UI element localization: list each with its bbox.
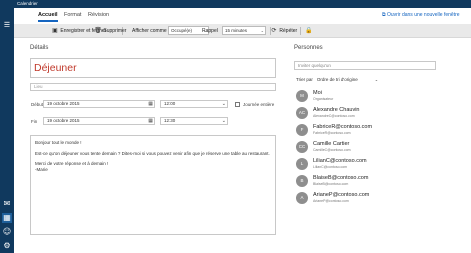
tab-format[interactable]: Format xyxy=(64,12,81,18)
end-date-picker[interactable]: 19 octobre 2015 ▦ xyxy=(43,117,155,125)
attendee-name: Alexandre Chauvin xyxy=(313,107,360,113)
title-bar: Calendrier xyxy=(14,0,471,8)
pop-out-icon: ⧉ xyxy=(382,12,386,18)
attendee-email: FabriceR@contoso.com xyxy=(313,131,351,135)
attendee-email: BlaiseB@contoso.com xyxy=(313,182,349,186)
body-line: Est-ce qu'on déjeuner vous tente demain … xyxy=(35,150,270,156)
end-time-value: 12:30 xyxy=(164,118,176,123)
lock-icon: 🔒 xyxy=(305,27,313,34)
body-line: Bonjour tout le monde ! xyxy=(35,140,82,145)
attendee-item[interactable]: CC Camille Cartier CamilleC@contoso.com xyxy=(294,140,454,155)
details-heading: Détails xyxy=(30,45,49,51)
avatar: B xyxy=(296,175,308,187)
location-field[interactable]: Lieu xyxy=(30,83,276,91)
avatar: A xyxy=(296,192,308,204)
body-line: -Marie xyxy=(35,166,48,172)
tab-accueil[interactable]: Accueil xyxy=(38,12,58,22)
avatar: M xyxy=(296,90,308,102)
toolbar: ▣ Enregistrer et fermer 🗑 Supprimer Affi… xyxy=(14,24,471,38)
attendee-name: Camille Cartier xyxy=(313,141,350,147)
invite-search-input[interactable]: Inviter quelqu'un xyxy=(294,61,436,70)
sort-label: Trier par xyxy=(296,77,313,82)
attendee-name: Moi xyxy=(313,90,322,96)
end-time-picker[interactable]: 12:30 ⌄ xyxy=(160,117,228,125)
toolbar-divider xyxy=(300,27,301,35)
repeat-icon: ⟳ xyxy=(271,27,277,34)
reminder-select[interactable]: 15 minutes ⌄ xyxy=(222,26,266,35)
avatar: AC xyxy=(296,107,308,119)
sort-control[interactable]: Trier par Ordre de tri d'origine ⌄ xyxy=(296,77,378,82)
reminder-label: Rappel xyxy=(202,28,218,34)
sort-value: Ordre de tri d'origine xyxy=(316,77,358,82)
window-title: Calendrier xyxy=(17,1,38,6)
avatar: CC xyxy=(296,141,308,153)
show-as-label: Afficher comme xyxy=(132,28,167,34)
chevron-down-icon: ⌄ xyxy=(374,77,379,82)
attendee-name: BlaiseB@contoso.com xyxy=(313,175,369,181)
ribbon-tabs: Accueil Format Révision ⧉ Ouvrir dans un… xyxy=(14,8,471,24)
delete-label: Supprimer xyxy=(103,28,127,34)
attendee-name: FabriceR@contoso.com xyxy=(313,124,373,130)
all-day-label: Journée entière xyxy=(243,102,275,107)
trash-icon: 🗑 xyxy=(94,27,102,34)
attendee-email: CamilleC@contoso.com xyxy=(313,148,351,152)
gear-icon[interactable]: ⚙ xyxy=(2,241,12,251)
tab-revision[interactable]: Révision xyxy=(88,12,109,18)
open-new-window-link[interactable]: ⧉ Ouvrir dans une nouvelle fenêtre xyxy=(382,12,460,18)
subject-field[interactable]: Déjeuner xyxy=(30,58,276,78)
hamburger-icon[interactable]: ☰ xyxy=(2,20,12,30)
attendee-item[interactable]: A ArianeP@contoso.com ArianeP@contoso.co… xyxy=(294,191,454,206)
attendee-email: LilianC@contoso.com xyxy=(313,165,348,169)
attendee-item[interactable]: AC Alexandre Chauvin AlexandreC@contoso.… xyxy=(294,106,454,121)
attendee-email: ArianeP@contoso.com xyxy=(313,199,349,203)
repeat-label: Répéter xyxy=(279,28,298,34)
avatar: L xyxy=(296,158,308,170)
attendee-name: ArianeP@contoso.com xyxy=(313,192,370,198)
avatar: F xyxy=(296,124,308,136)
attendee-item[interactable]: M Moi Organisateur xyxy=(294,89,454,104)
attendee-name: LilianC@contoso.com xyxy=(313,158,367,164)
chevron-down-icon: ⌄ xyxy=(260,28,264,33)
open-new-window-label: Ouvrir dans une nouvelle fenêtre xyxy=(386,12,460,18)
attendee-item[interactable]: L LilianC@contoso.com LilianC@contoso.co… xyxy=(294,157,454,172)
app-rail: ☰ ✉ ▦ ☺ ⚙ xyxy=(0,0,14,253)
start-time-value: 12:00 xyxy=(164,101,176,106)
delete-button[interactable]: 🗑 Supprimer xyxy=(94,26,126,36)
chevron-down-icon: ⌄ xyxy=(221,101,226,107)
end-date-value: 19 octobre 2015 xyxy=(47,118,80,123)
start-date-value: 19 octobre 2015 xyxy=(47,101,80,106)
show-as-value: Occupé(e) xyxy=(171,28,193,33)
message-body[interactable]: Bonjour tout le monde ! Est-ce qu'on déj… xyxy=(30,135,276,235)
people-nav-icon[interactable]: ☺ xyxy=(2,227,12,237)
private-button[interactable]: 🔒 xyxy=(305,26,313,36)
all-day-checkbox[interactable] xyxy=(235,102,240,107)
start-date-picker[interactable]: 19 octobre 2015 ▦ xyxy=(43,100,155,108)
repeat-button[interactable]: ⟳ Répéter xyxy=(270,26,297,36)
mail-icon[interactable]: ✉ xyxy=(2,199,12,209)
chevron-down-icon: ⌄ xyxy=(221,118,226,124)
start-time-picker[interactable]: 12:00 ⌄ xyxy=(160,100,228,108)
calendar-icon: ▦ xyxy=(148,118,153,124)
start-label: Début xyxy=(31,102,44,107)
attendee-item[interactable]: F FabriceR@contoso.com FabriceR@contoso.… xyxy=(294,123,454,138)
end-label: Fin xyxy=(31,119,38,124)
calendar-nav-icon[interactable]: ▦ xyxy=(2,213,12,223)
calendar-icon: ▦ xyxy=(148,101,153,107)
people-heading: Personnes xyxy=(294,45,323,51)
attendee-item[interactable]: B BlaiseB@contoso.com BlaiseB@contoso.co… xyxy=(294,174,454,189)
save-icon: ▣ xyxy=(52,27,58,34)
reminder-value: 15 minutes xyxy=(225,28,248,33)
attendee-email: AlexandreC@contoso.com xyxy=(313,114,355,118)
attendee-email: Organisateur xyxy=(313,97,334,101)
